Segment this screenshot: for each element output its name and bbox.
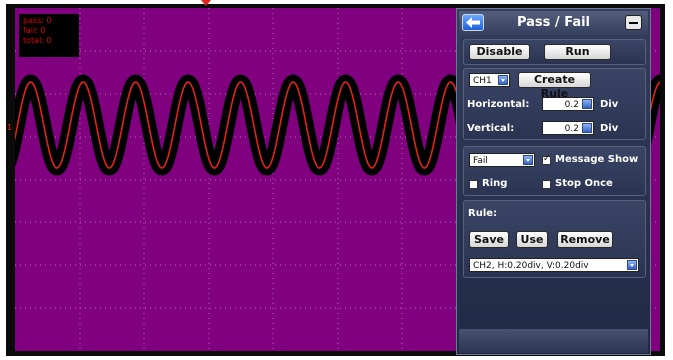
- vertical-unit: Div: [600, 123, 619, 134]
- control-section: Disable Run: [463, 39, 646, 65]
- message-show-label: Message Show: [555, 154, 639, 165]
- stop-once-checkbox[interactable]: [542, 180, 551, 189]
- ring-label: Ring: [482, 178, 508, 189]
- total-count: total: 0: [23, 36, 52, 45]
- source-select[interactable]: CH1: [469, 73, 510, 87]
- rule-setup-section: CH1 Create Rule Horizontal: 0.2 Div Vert…: [463, 68, 646, 140]
- horizontal-unit: Div: [600, 99, 619, 110]
- spin-arrows-icon[interactable]: [582, 123, 592, 133]
- channel-1-marker-label: 1: [7, 123, 13, 132]
- disable-button[interactable]: Disable: [469, 44, 530, 60]
- panel-bottom-bar: [459, 329, 648, 353]
- horizontal-label: Horizontal:: [467, 99, 530, 110]
- output-condition-value: Fail: [473, 156, 488, 166]
- remove-button[interactable]: Remove: [557, 231, 613, 248]
- minimize-icon: [629, 22, 638, 24]
- pass-fail-counter: pass: 0 fail: 0 total: 0: [19, 14, 79, 57]
- horizontal-value: 0.2: [564, 100, 579, 110]
- message-show-checkbox[interactable]: [542, 154, 551, 165]
- output-section: Fail Message Show Ring Stop Once: [463, 146, 646, 196]
- output-condition-select[interactable]: Fail: [469, 153, 535, 167]
- minimize-button[interactable]: [625, 15, 642, 30]
- stop-once-label: Stop Once: [555, 178, 613, 189]
- save-button[interactable]: Save: [469, 231, 509, 248]
- source-select-value: CH1: [473, 76, 492, 86]
- use-button[interactable]: Use: [516, 231, 548, 248]
- run-button[interactable]: Run: [544, 44, 611, 60]
- create-rule-button[interactable]: Create Rule: [518, 72, 591, 100]
- rule-select[interactable]: CH2, H:0.20div, V:0.20div: [469, 258, 639, 272]
- spin-arrows-icon[interactable]: [582, 99, 592, 109]
- panel-title-bar: Pass / Fail: [459, 11, 648, 35]
- chevron-down-icon: [498, 75, 508, 85]
- horizontal-spinbox[interactable]: 0.2: [542, 97, 594, 111]
- ring-checkbox[interactable]: [469, 180, 478, 189]
- vertical-spinbox[interactable]: 0.2: [542, 121, 594, 135]
- chevron-down-icon: [627, 260, 637, 270]
- trigger-position-marker[interactable]: [201, 0, 211, 6]
- pass-fail-panel: Pass / Fail Disable Run CH1 Create Rule …: [456, 8, 651, 355]
- fail-count: fail: 0: [23, 26, 46, 35]
- rule-section: Rule: Save Use Remove CH2, H:0.20div, V:…: [463, 200, 646, 278]
- pass-count: pass: 0: [23, 16, 52, 25]
- panel-title: Pass / Fail: [516, 15, 591, 30]
- chevron-down-icon: [523, 155, 533, 165]
- rule-select-value: CH2, H:0.20div, V:0.20div: [473, 261, 589, 271]
- vertical-value: 0.2: [564, 124, 579, 134]
- channel-1-marker[interactable]: 1: [6, 122, 15, 134]
- rule-label: Rule:: [468, 208, 498, 219]
- vertical-label: Vertical:: [467, 123, 515, 134]
